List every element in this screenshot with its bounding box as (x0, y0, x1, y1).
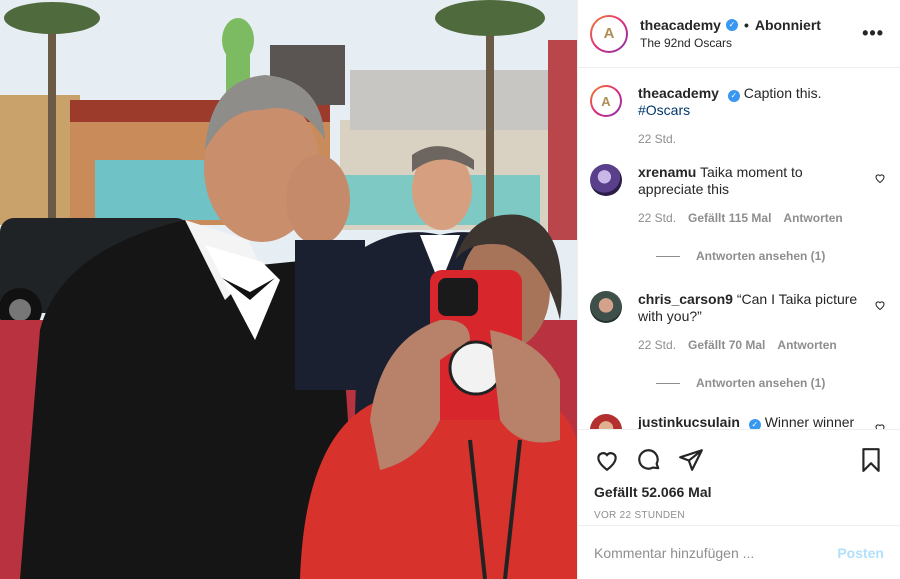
post-location[interactable]: The 92nd Oscars (640, 36, 862, 50)
caption-avatar[interactable]: A (590, 85, 622, 117)
comment-avatar[interactable] (590, 414, 622, 429)
post-actions: Gefällt 52.066 Mal VOR 22 STUNDEN Posten (578, 429, 900, 579)
comment-time[interactable]: 22 Std. (638, 337, 676, 354)
reply-button[interactable]: Antworten (783, 210, 842, 227)
comment-item: xrenamu Taika moment to appreciate this … (590, 164, 888, 227)
account-avatar[interactable]: A (590, 14, 628, 53)
comment-icon[interactable] (636, 447, 662, 473)
comment-time[interactable]: 22 Std. (638, 210, 676, 227)
comment-username[interactable]: xrenamu (638, 164, 696, 180)
comment-username[interactable]: justinkucsulain (638, 414, 740, 429)
caption-hashtag[interactable]: #Oscars (638, 102, 690, 118)
view-replies-label: Antworten ansehen (1) (696, 376, 826, 390)
post-header: A theacademy ✓ • Abonniert The 92nd Osca… (578, 0, 900, 68)
comments-list[interactable]: A theacademy ✓ Caption this. #Oscars 22 … (578, 69, 900, 429)
academy-logo-icon: A (603, 25, 615, 42)
heart-icon[interactable] (874, 172, 886, 184)
view-replies-button[interactable]: Antworten ansehen (1) (656, 249, 888, 263)
follow-button[interactable]: Abonniert (755, 17, 821, 33)
academy-logo-icon: A (601, 93, 611, 109)
caption-username[interactable]: theacademy (638, 85, 719, 101)
replies-divider (656, 382, 680, 384)
post-timestamp[interactable]: VOR 22 STUNDEN (578, 500, 900, 521)
post-side-panel: A theacademy ✓ • Abonniert The 92nd Osca… (577, 0, 900, 579)
comment-composer: Posten (578, 525, 900, 579)
instagram-post-modal: A theacademy ✓ • Abonniert The 92nd Osca… (0, 0, 900, 579)
action-icons (578, 430, 900, 480)
caption: A theacademy ✓ Caption this. #Oscars 22 … (590, 85, 888, 148)
heart-icon[interactable] (594, 447, 620, 473)
view-replies-label: Antworten ansehen (1) (696, 249, 826, 263)
caption-time[interactable]: 22 Std. (638, 131, 676, 148)
header-text: theacademy ✓ • Abonniert The 92nd Oscars (640, 17, 862, 50)
comment-username[interactable]: chris_carson9 (638, 291, 733, 307)
more-options-icon[interactable]: ••• (862, 23, 884, 44)
verified-badge-icon: ✓ (727, 90, 740, 102)
bookmark-icon[interactable] (858, 447, 884, 473)
comment-likes[interactable]: Gefällt 115 Mal (688, 210, 771, 227)
heart-icon[interactable] (874, 422, 886, 429)
comment-avatar[interactable] (590, 291, 622, 323)
photo-illustration (0, 0, 577, 579)
likes-count[interactable]: Gefällt 52.066 Mal (578, 480, 900, 500)
comment-text: Winner winner (764, 414, 855, 429)
reply-button[interactable]: Antworten (777, 337, 836, 354)
comment-item: justinkucsulain ✓ Winner winner (590, 414, 888, 429)
account-username[interactable]: theacademy (640, 17, 721, 33)
post-comment-button[interactable]: Posten (837, 545, 884, 561)
verified-badge-icon: ✓ (725, 19, 738, 31)
caption-text: Caption this. (743, 85, 822, 101)
verified-badge-icon: ✓ (748, 419, 761, 429)
separator-dot: • (743, 17, 749, 33)
comment-input[interactable] (594, 544, 838, 561)
comment-likes[interactable]: Gefällt 70 Mal (688, 337, 765, 354)
share-icon[interactable] (678, 447, 704, 473)
heart-icon[interactable] (874, 299, 886, 311)
post-photo[interactable] (0, 0, 577, 579)
replies-divider (656, 255, 680, 257)
comment-avatar[interactable] (590, 164, 622, 196)
view-replies-button[interactable]: Antworten ansehen (1) (656, 376, 888, 390)
comment-item: chris_carson9 “Can I Taika picture with … (590, 291, 888, 354)
